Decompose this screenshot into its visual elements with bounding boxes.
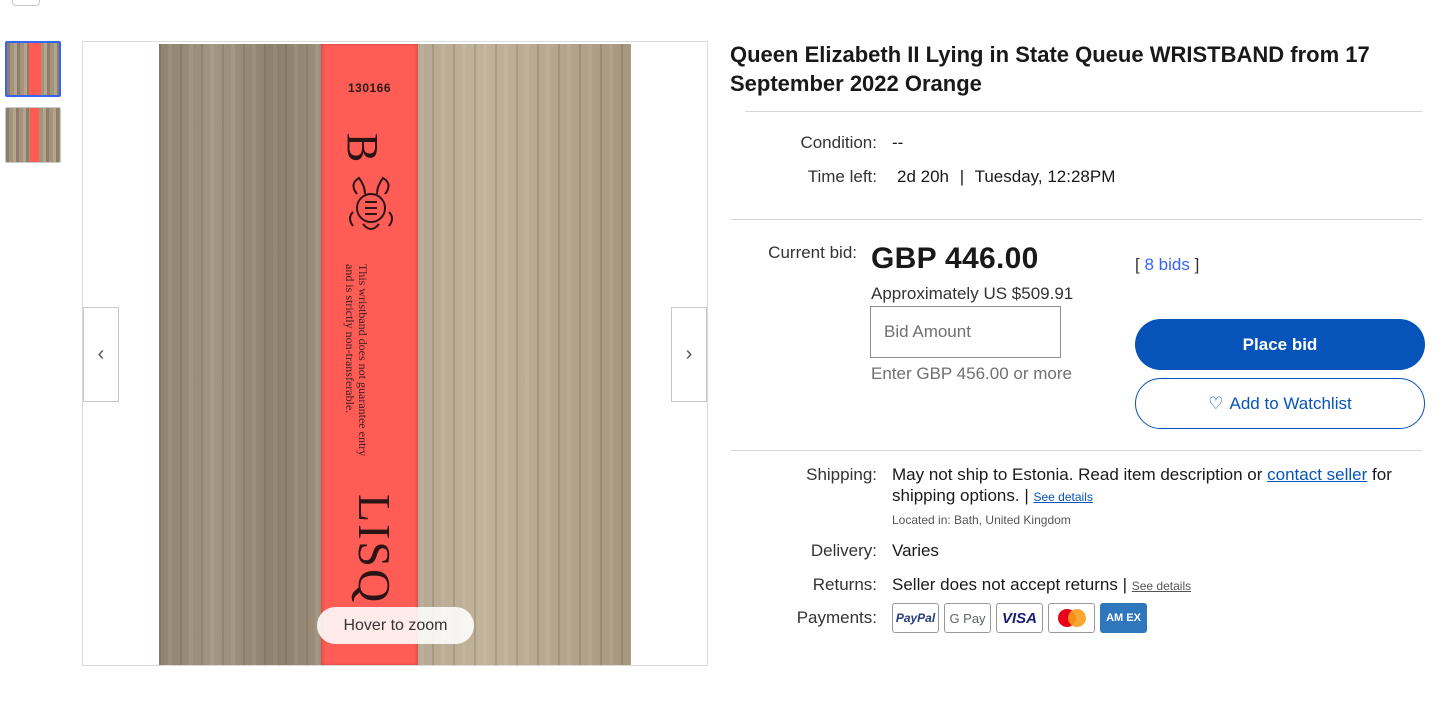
time-left-label: Time left: xyxy=(807,167,877,186)
bid-count-link[interactable]: 8 bids xyxy=(1144,255,1189,274)
returns-label: Returns: xyxy=(812,575,877,594)
paypal-icon: PayPal xyxy=(892,603,939,633)
place-bid-button[interactable]: Place bid xyxy=(1135,319,1425,370)
approx-price: Approximately US $509.91 xyxy=(871,284,1073,304)
listing-info: Queen Elizabeth II Lying in State Queue … xyxy=(730,40,1430,98)
approx-value: US $509.91 xyxy=(983,284,1074,303)
min-bid-hint: Enter GBP 456.00 or more xyxy=(871,364,1072,383)
payments-label: Payments: xyxy=(796,608,877,627)
image-gallery: 130166 B This wristband does not guarant… xyxy=(82,41,708,666)
chevron-left-icon: ‹ xyxy=(97,343,105,365)
time-left-value: 2d 20h | Tuesday, 12:28PM xyxy=(897,167,1115,187)
payment-methods: PayPal G Pay VISA AM EX xyxy=(892,603,1147,633)
hover-to-zoom-hint: Hover to zoom xyxy=(317,607,474,644)
thumbnail-strip xyxy=(5,41,61,173)
current-bid-price: GBP 446.00 xyxy=(871,242,1039,275)
mastercard-logo xyxy=(1057,609,1086,627)
divider-title xyxy=(745,111,1422,112)
wristband-word: LISQ xyxy=(349,494,400,605)
divider-condition xyxy=(731,219,1422,220)
bid-count-open: [ xyxy=(1135,255,1140,274)
next-image-button[interactable]: › xyxy=(671,307,707,402)
visa-icon: VISA xyxy=(996,603,1043,633)
wristband-letter: B xyxy=(338,132,388,163)
add-to-watchlist-button[interactable]: ♡ Add to Watchlist xyxy=(1135,378,1425,429)
thumbnail-wristband xyxy=(30,108,39,162)
bid-amount-input[interactable] xyxy=(870,306,1061,358)
shipping-text-1: May not ship to Estonia. Read item descr… xyxy=(892,465,1263,484)
wristband-image: 130166 B This wristband does not guarant… xyxy=(321,44,418,665)
contact-seller-link[interactable]: contact seller xyxy=(1267,465,1367,484)
bid-count: [ 8 bids ] xyxy=(1135,255,1199,275)
chevron-right-icon: › xyxy=(685,343,693,365)
returns-separator: | xyxy=(1122,575,1128,594)
returns-text: Seller does not accept returns xyxy=(892,575,1118,594)
shipping-separator: | xyxy=(1024,486,1029,505)
condition-label: Condition: xyxy=(800,133,877,152)
previous-image-button[interactable]: ‹ xyxy=(83,307,119,402)
wristband-number: 130166 xyxy=(347,81,392,95)
thumbnail-1[interactable] xyxy=(5,41,61,97)
returns-see-details-link[interactable]: See details xyxy=(1132,579,1191,593)
amex-icon: AM EX xyxy=(1100,603,1147,633)
thumbnail-wristband xyxy=(29,43,41,95)
royal-crest-icon xyxy=(349,176,393,230)
time-left-duration: 2d 20h xyxy=(897,167,949,186)
shipping-value: May not ship to Estonia. Read item descr… xyxy=(892,464,1427,508)
main-photo[interactable]: 130166 B This wristband does not guarant… xyxy=(159,44,631,665)
add-to-watchlist-label: Add to Watchlist xyxy=(1229,393,1352,413)
returns-value: Seller does not accept returns | See det… xyxy=(892,575,1191,595)
listing-title: Queen Elizabeth II Lying in State Queue … xyxy=(730,42,1370,96)
heart-icon: ♡ xyxy=(1208,393,1224,413)
delivery-label: Delivery: xyxy=(810,541,877,560)
time-left-separator: | xyxy=(959,167,965,186)
mastercard-icon xyxy=(1048,603,1095,633)
delivery-value: Varies xyxy=(892,541,939,560)
condition-value: -- xyxy=(892,133,904,152)
shipping-label: Shipping: xyxy=(806,465,877,484)
end-time: Tuesday, 12:28PM xyxy=(974,167,1116,186)
bid-count-close: ] xyxy=(1194,255,1200,274)
item-location: Located in: Bath, United Kingdom xyxy=(892,513,1071,527)
current-bid-label: Current bid: xyxy=(768,243,857,262)
divider-bidding xyxy=(731,450,1422,451)
shipping-see-details-link[interactable]: See details xyxy=(1033,490,1092,504)
top-toolbar-button[interactable] xyxy=(12,0,40,6)
approx-prefix: Approximately xyxy=(871,284,979,303)
thumbnail-2[interactable] xyxy=(5,107,61,163)
google-pay-icon: G Pay xyxy=(944,603,991,633)
